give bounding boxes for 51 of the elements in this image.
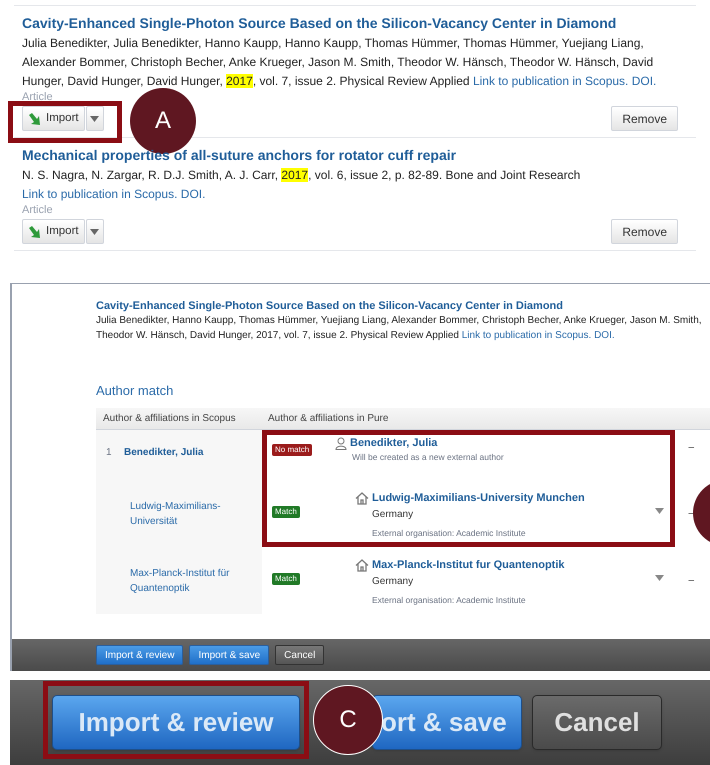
action-button[interactable]: Cancel bbox=[532, 695, 662, 750]
description-text: External organisation: Academic Institute bbox=[371, 527, 527, 540]
remove-link[interactable]: – bbox=[688, 440, 694, 455]
action-button[interactable]: Cancel bbox=[275, 645, 324, 665]
caret-icon bbox=[654, 508, 665, 514]
caret-icon bbox=[90, 228, 100, 234]
status-badge: Match bbox=[272, 506, 300, 518]
action-button[interactable]: Import & review bbox=[96, 645, 184, 665]
callout-marker: C bbox=[313, 685, 383, 755]
action-button[interactable]: Import & save bbox=[189, 645, 270, 665]
organisation-name[interactable]: Max-Planck-Institut fur Quantenoptik bbox=[372, 558, 565, 572]
publication-type: Article bbox=[22, 91, 54, 104]
citation-text: N. S. Nagra, N. Zargar, R. D.J. Smith, A. J. Carr, 2017, vol. 6, issue 2, p. 82-89. Bone and Joint Research Link to publication in Scopus. DOI. bbox=[22, 167, 582, 203]
arrow-icon bbox=[28, 112, 42, 126]
citation-text: Julia Benedikter, Hanno Kaupp, Thomas Hümmer, Yuejiang Liang, Alexander Bommer, Christoph Becher, Anke Krueger, Jason M. Smith, Theodor W. Hänsch, David Hunger, 2017, vol. 7, issue 2. Physical Review Applied Link to publication in Scopus. DOI. bbox=[96, 314, 703, 343]
status-badge: No match bbox=[272, 444, 312, 456]
description-text: External organisation: Academic Institute bbox=[371, 594, 527, 607]
link[interactable]: Link to publication in Scopus. bbox=[22, 187, 178, 201]
dropdown-button[interactable] bbox=[86, 106, 104, 131]
country-text: Germany bbox=[371, 575, 414, 589]
status-badge: Match bbox=[272, 573, 300, 585]
publication-title[interactable]: Cavity-Enhanced Single-Photon Source Based on the Silicon-Vacancy Center in Diamond bbox=[96, 299, 710, 313]
link[interactable]: DOI. bbox=[632, 74, 656, 88]
remove-button[interactable]: Remove bbox=[611, 219, 678, 244]
caret-icon bbox=[90, 116, 100, 122]
import-button[interactable]: Import bbox=[22, 106, 85, 131]
citation-text: Julia Benedikter, Julia Benedikter, Hanno Kaupp, Hanno Kaupp, Thomas Hümmer, Thomas Hümmer, Yuejiang Liang, Alexander Bommer, Christoph Becher, Anke Krueger, Jason M. Smith, Theodor W. Hänsch, Theodor W. Hänsch, David Hunger, David Hunger, David Hunger, 2017, vol. 7, issue 2. Physical Review Applied Link to publication in Scopus. DOI. bbox=[22, 35, 658, 90]
arrow-icon bbox=[28, 224, 42, 238]
section-heading: Author match bbox=[96, 383, 174, 399]
person-icon bbox=[335, 436, 347, 450]
house-icon bbox=[355, 558, 369, 572]
publication-type: Article bbox=[22, 204, 54, 217]
author-name[interactable]: Benedikter, Julia bbox=[350, 436, 438, 450]
description-text: Will be created as a new external author bbox=[351, 451, 504, 464]
country-text: Germany bbox=[371, 508, 414, 522]
link[interactable]: DOI. bbox=[594, 330, 615, 341]
column-header: Author & affiliations in Scopus bbox=[102, 412, 237, 426]
publication-title[interactable]: Cavity-Enhanced Single-Photon Source Based on the Silicon-Vacancy Center in Diamond bbox=[22, 14, 688, 33]
house-icon bbox=[355, 492, 369, 504]
link[interactable]: DOI. bbox=[180, 187, 206, 201]
remove-button[interactable]: Remove bbox=[611, 106, 678, 131]
remove-link[interactable]: – bbox=[688, 573, 694, 588]
column-header: Author & affiliations in Pure bbox=[267, 412, 388, 426]
dropdown-button[interactable] bbox=[86, 219, 104, 244]
import-button[interactable]: Import bbox=[22, 219, 85, 244]
link[interactable]: Link to publication in Scopus. bbox=[472, 74, 628, 88]
caret-icon bbox=[654, 575, 665, 581]
link[interactable]: Link to publication in Scopus. bbox=[462, 330, 592, 341]
row-number: 1 bbox=[105, 446, 113, 460]
author-name[interactable]: Benedikter, Julia bbox=[124, 444, 204, 460]
organisation-name[interactable]: Ludwig-Maximilians-University Munchen bbox=[372, 491, 585, 505]
